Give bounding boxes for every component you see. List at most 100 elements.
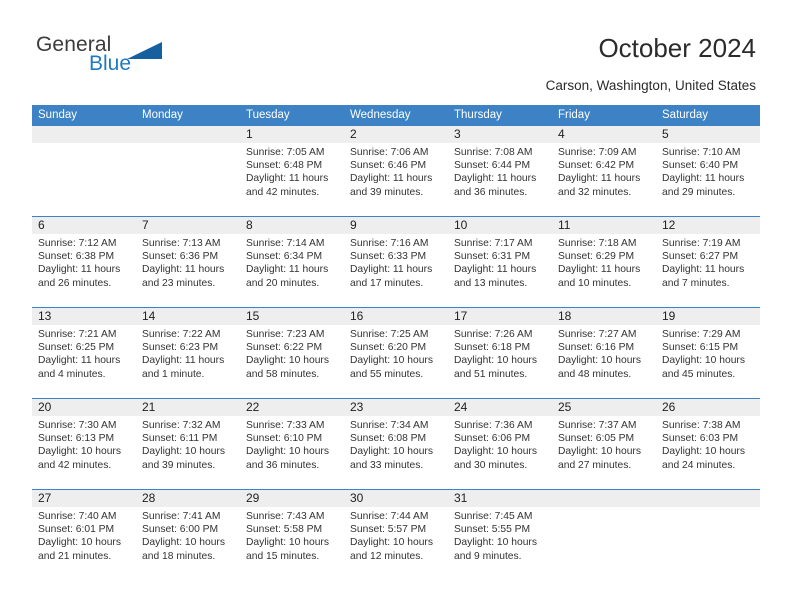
calendar-day-cell[interactable]: 14 Sunrise: 7:22 AM Sunset: 6:23 PM Dayligh… xyxy=(136,308,240,398)
sunset-time: Sunset: 6:36 PM xyxy=(142,251,219,263)
calendar-day-cell[interactable]: 20 Sunrise: 7:30 AM Sunset: 6:13 PM Dayligh… xyxy=(32,399,136,489)
calendar-day-cell[interactable]: 5 Sunrise: 7:10 AM Sunset: 6:40 PM Daylight… xyxy=(656,126,760,216)
day-number: 22 xyxy=(240,399,344,416)
day-details: Sunrise: 7:29 AM Sunset: 6:15 PM Daylight:… xyxy=(656,325,760,381)
calendar-day-cell[interactable]: 28 Sunrise: 7:41 AM Sunset: 6:00 PM Dayligh… xyxy=(136,490,240,580)
daylight-duration: Daylight: 10 hours and 45 minutes. xyxy=(662,355,745,380)
day-details: Sunrise: 7:17 AM Sunset: 6:31 PM Daylight:… xyxy=(448,234,552,290)
day-details: Sunrise: 7:32 AM Sunset: 6:11 PM Daylight:… xyxy=(136,416,240,472)
day-number: 18 xyxy=(552,308,656,325)
daylight-duration: Daylight: 11 hours and 7 minutes. xyxy=(662,264,745,289)
calendar-day-cell[interactable]: 9 Sunrise: 7:16 AM Sunset: 6:33 PM Daylight… xyxy=(344,217,448,307)
sunset-time: Sunset: 6:44 PM xyxy=(454,160,531,172)
daylight-duration: Daylight: 10 hours and 36 minutes. xyxy=(246,446,329,471)
calendar-day-cell[interactable]: 13 Sunrise: 7:21 AM Sunset: 6:25 PM Dayligh… xyxy=(32,308,136,398)
daylight-duration: Daylight: 10 hours and 55 minutes. xyxy=(350,355,433,380)
page-header: General Blue October 2024 Carson, Washin… xyxy=(0,0,792,100)
calendar-day-cell[interactable]: 30 Sunrise: 7:44 AM Sunset: 5:57 PM Dayligh… xyxy=(344,490,448,580)
day-number: 4 xyxy=(552,126,656,143)
calendar-day-cell[interactable]: 17 Sunrise: 7:26 AM Sunset: 6:18 PM Dayligh… xyxy=(448,308,552,398)
calendar-day-cell[interactable]: 19 Sunrise: 7:29 AM Sunset: 6:15 PM Dayligh… xyxy=(656,308,760,398)
day-number xyxy=(552,490,656,507)
sunset-time: Sunset: 6:00 PM xyxy=(142,524,219,536)
daylight-duration: Daylight: 11 hours and 4 minutes. xyxy=(38,355,121,380)
sunrise-time: Sunrise: 7:17 AM xyxy=(454,238,533,249)
day-number: 11 xyxy=(552,217,656,234)
sunrise-time: Sunrise: 7:06 AM xyxy=(350,147,429,158)
calendar-day-cell[interactable]: 21 Sunrise: 7:32 AM Sunset: 6:11 PM Dayligh… xyxy=(136,399,240,489)
day-number: 6 xyxy=(32,217,136,234)
sunrise-time: Sunrise: 7:22 AM xyxy=(142,329,221,340)
calendar-day-cell[interactable]: 11 Sunrise: 7:18 AM Sunset: 6:29 PM Dayligh… xyxy=(552,217,656,307)
daylight-duration: Daylight: 11 hours and 23 minutes. xyxy=(142,264,225,289)
calendar-day-cell[interactable]: 24 Sunrise: 7:36 AM Sunset: 6:06 PM Dayligh… xyxy=(448,399,552,489)
calendar-page: General Blue October 2024 Carson, Washin… xyxy=(0,0,792,612)
calendar-day-cell[interactable]: 7 Sunrise: 7:13 AM Sunset: 6:36 PM Daylight… xyxy=(136,217,240,307)
sunset-time: Sunset: 6:46 PM xyxy=(350,160,427,172)
calendar-day-cell[interactable]: 16 Sunrise: 7:25 AM Sunset: 6:20 PM Dayligh… xyxy=(344,308,448,398)
calendar-day-cell[interactable]: 6 Sunrise: 7:12 AM Sunset: 6:38 PM Daylight… xyxy=(32,217,136,307)
daylight-duration: Daylight: 11 hours and 26 minutes. xyxy=(38,264,121,289)
calendar-day-cell[interactable]: 27 Sunrise: 7:40 AM Sunset: 6:01 PM Dayligh… xyxy=(32,490,136,580)
sunset-time: Sunset: 6:34 PM xyxy=(246,251,323,263)
dow-monday: Monday xyxy=(142,109,183,121)
daylight-duration: Daylight: 10 hours and 18 minutes. xyxy=(142,537,225,562)
calendar-day-cell[interactable]: 18 Sunrise: 7:27 AM Sunset: 6:16 PM Dayligh… xyxy=(552,308,656,398)
day-number: 5 xyxy=(656,126,760,143)
calendar-day-cell[interactable]: 8 Sunrise: 7:14 AM Sunset: 6:34 PM Daylight… xyxy=(240,217,344,307)
daylight-duration: Daylight: 10 hours and 30 minutes. xyxy=(454,446,537,471)
calendar-day-cell[interactable]: 25 Sunrise: 7:37 AM Sunset: 6:05 PM Dayligh… xyxy=(552,399,656,489)
sunset-time: Sunset: 6:16 PM xyxy=(558,342,635,354)
calendar-day-cell[interactable]: 2 Sunrise: 7:06 AM Sunset: 6:46 PM Daylight… xyxy=(344,126,448,216)
brand-logo[interactable]: General Blue xyxy=(36,33,236,81)
day-number: 1 xyxy=(240,126,344,143)
sunrise-time: Sunrise: 7:26 AM xyxy=(454,329,533,340)
sunrise-time: Sunrise: 7:10 AM xyxy=(662,147,741,158)
day-number: 31 xyxy=(448,490,552,507)
day-number: 20 xyxy=(32,399,136,416)
day-details: Sunrise: 7:44 AM Sunset: 5:57 PM Daylight:… xyxy=(344,507,448,563)
calendar-cell-empty xyxy=(32,126,136,216)
dow-thursday: Thursday xyxy=(454,109,502,121)
day-details: Sunrise: 7:37 AM Sunset: 6:05 PM Daylight:… xyxy=(552,416,656,472)
day-number: 15 xyxy=(240,308,344,325)
daylight-duration: Daylight: 11 hours and 13 minutes. xyxy=(454,264,537,289)
daylight-duration: Daylight: 11 hours and 20 minutes. xyxy=(246,264,329,289)
day-number: 13 xyxy=(32,308,136,325)
sunrise-time: Sunrise: 7:30 AM xyxy=(38,420,117,431)
calendar-day-cell[interactable]: 23 Sunrise: 7:34 AM Sunset: 6:08 PM Dayligh… xyxy=(344,399,448,489)
calendar-day-cell[interactable]: 29 Sunrise: 7:43 AM Sunset: 5:58 PM Dayligh… xyxy=(240,490,344,580)
day-number: 12 xyxy=(656,217,760,234)
sunset-time: Sunset: 6:23 PM xyxy=(142,342,219,354)
daylight-duration: Daylight: 10 hours and 39 minutes. xyxy=(142,446,225,471)
day-details: Sunrise: 7:10 AM Sunset: 6:40 PM Daylight:… xyxy=(656,143,760,199)
daylight-duration: Daylight: 10 hours and 9 minutes. xyxy=(454,537,537,562)
sunrise-time: Sunrise: 7:34 AM xyxy=(350,420,429,431)
calendar-day-cell[interactable]: 26 Sunrise: 7:38 AM Sunset: 6:03 PM Dayligh… xyxy=(656,399,760,489)
sunrise-time: Sunrise: 7:44 AM xyxy=(350,511,429,522)
day-details: Sunrise: 7:41 AM Sunset: 6:00 PM Daylight:… xyxy=(136,507,240,563)
sunrise-time: Sunrise: 7:33 AM xyxy=(246,420,325,431)
daylight-duration: Daylight: 10 hours and 24 minutes. xyxy=(662,446,745,471)
sunset-time: Sunset: 6:18 PM xyxy=(454,342,531,354)
calendar-day-cell[interactable]: 3 Sunrise: 7:08 AM Sunset: 6:44 PM Daylight… xyxy=(448,126,552,216)
sunset-time: Sunset: 6:10 PM xyxy=(246,433,323,445)
sunset-time: Sunset: 6:13 PM xyxy=(38,433,115,445)
day-details: Sunrise: 7:27 AM Sunset: 6:16 PM Daylight:… xyxy=(552,325,656,381)
page-subtitle: Carson, Washington, United States xyxy=(545,78,756,93)
calendar-day-cell[interactable]: 15 Sunrise: 7:23 AM Sunset: 6:22 PM Dayligh… xyxy=(240,308,344,398)
dow-tuesday: Tuesday xyxy=(246,109,290,121)
sunrise-time: Sunrise: 7:08 AM xyxy=(454,147,533,158)
sunrise-time: Sunrise: 7:19 AM xyxy=(662,238,741,249)
calendar-day-cell[interactable]: 12 Sunrise: 7:19 AM Sunset: 6:27 PM Dayligh… xyxy=(656,217,760,307)
calendar-day-cell[interactable]: 31 Sunrise: 7:45 AM Sunset: 5:55 PM Dayligh… xyxy=(448,490,552,580)
calendar-day-cell[interactable]: 10 Sunrise: 7:17 AM Sunset: 6:31 PM Dayligh… xyxy=(448,217,552,307)
day-number: 17 xyxy=(448,308,552,325)
calendar-day-cell[interactable]: 1 Sunrise: 7:05 AM Sunset: 6:48 PM Daylight… xyxy=(240,126,344,216)
calendar-week-row: 6 Sunrise: 7:12 AM Sunset: 6:38 PM Daylight… xyxy=(32,216,760,307)
day-number: 2 xyxy=(344,126,448,143)
day-number: 19 xyxy=(656,308,760,325)
calendar-day-cell[interactable]: 4 Sunrise: 7:09 AM Sunset: 6:42 PM Daylight… xyxy=(552,126,656,216)
calendar-day-cell[interactable]: 22 Sunrise: 7:33 AM Sunset: 6:10 PM Dayligh… xyxy=(240,399,344,489)
day-details: Sunrise: 7:33 AM Sunset: 6:10 PM Daylight:… xyxy=(240,416,344,472)
